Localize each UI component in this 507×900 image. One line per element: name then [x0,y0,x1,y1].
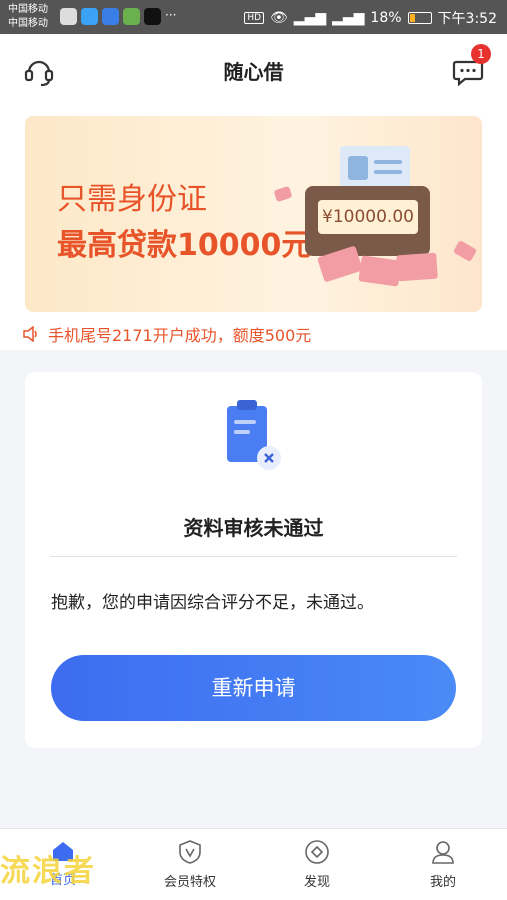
banknote-icon [396,252,438,282]
message-button[interactable]: 1 [451,44,491,88]
page-title: 随心借 [223,60,284,84]
speaker-icon [23,326,37,342]
carrier-labels: 中国移动 中国移动 [8,3,48,31]
notice-text: 手机尾号2171开户成功，额度500元 [48,326,312,345]
banner-line-1: 只需身份证 [57,182,207,217]
signal-icon: ▂▄▆ [293,10,327,26]
vip-shield-icon [179,840,201,864]
notification-icons: ··· [60,8,176,25]
chat-notification-icon [60,8,77,25]
banknote-icon [273,185,293,203]
promo-banner[interactable]: 只需身份证 最高贷款10000元 ¥10000.00 [25,116,482,312]
battery-percent: 18% [370,10,402,26]
result-message: 抱歉，您的申请因综合评分不足，未通过。 [51,593,374,613]
app-header: 随心借 1 [0,34,507,106]
tiktok-notification-icon [144,8,161,25]
carrier-1: 中国移动 [8,4,48,15]
tab-discover[interactable]: 发现 [272,839,362,890]
tab-vip[interactable]: 会员特权 [145,839,235,890]
hd-icon: HD [244,12,265,24]
signal-4g-icon: ▂▄▆ [332,10,365,26]
tab-mine[interactable]: 我的 [398,839,488,890]
tab-label: 我的 [429,875,456,890]
shield-notification-icon [102,8,119,25]
divider [50,556,457,557]
tab-label: 发现 [303,875,330,890]
notice-bar: 手机尾号2171开户成功，额度500元 [22,322,311,346]
watermark: 流浪者 [0,854,96,889]
eye-icon: 👁 [270,10,288,26]
id-card-icon [340,146,410,190]
message-badge: 1 [471,44,491,64]
browser-notification-icon [81,8,98,25]
more-notifications-icon: ··· [165,8,177,22]
banner-section: 只需身份证 最高贷款10000元 ¥10000.00 手机尾号2171开户成功，… [0,106,507,350]
battery-icon [407,12,432,24]
banner-line-2: 最高贷款10000元 [57,228,312,263]
status-bar: 中国移动 中国移动 ··· HD 👁 ▂▄▆ ▂▄▆ 18% 下午3:52 [0,0,507,34]
result-title: 资料审核未通过 [183,516,324,540]
tab-label: 会员特权 [163,875,216,890]
banner-amount: ¥10000.00 [318,200,418,234]
status-right: HD 👁 ▂▄▆ ▂▄▆ 18% 下午3:52 [244,8,497,28]
clock: 下午3:52 [437,11,497,27]
reapply-button[interactable]: 重新申请 [51,655,456,721]
app-notification-icon [123,8,140,25]
user-icon [432,841,454,864]
clipboard-rejected-icon [227,400,281,470]
review-result-card: 资料审核未通过 抱歉，您的申请因综合评分不足，未通过。 重新申请 [25,372,482,748]
carrier-2: 中国移动 [8,18,48,29]
banknote-icon [452,239,478,263]
discover-icon [305,840,329,864]
cash-machine-icon: ¥10000.00 [305,186,430,256]
banknote-icon [358,255,402,287]
